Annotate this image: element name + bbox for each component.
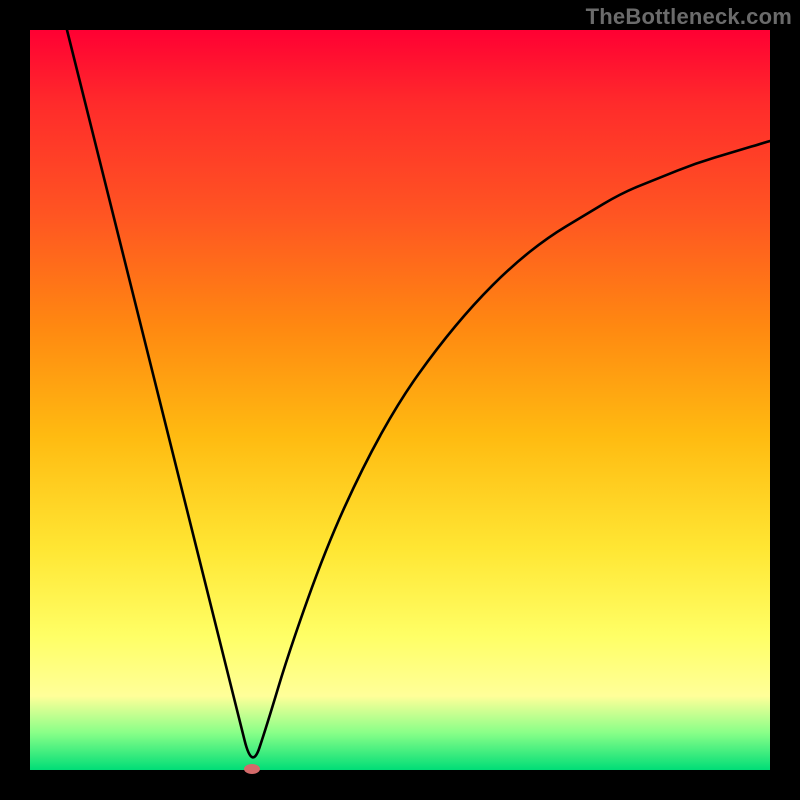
chart-container: TheBottleneck.com — [0, 0, 800, 800]
notch-marker — [244, 764, 260, 774]
plot-area — [30, 30, 770, 770]
attribution-text: TheBottleneck.com — [586, 4, 792, 30]
